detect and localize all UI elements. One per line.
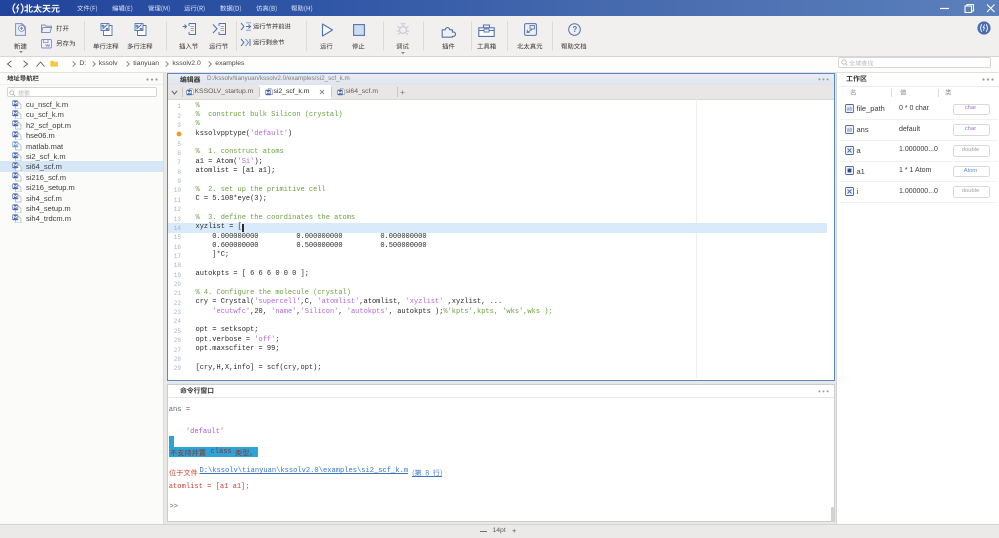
svg-text:ab: ab <box>847 128 853 134</box>
svg-text:ab: ab <box>847 107 853 113</box>
